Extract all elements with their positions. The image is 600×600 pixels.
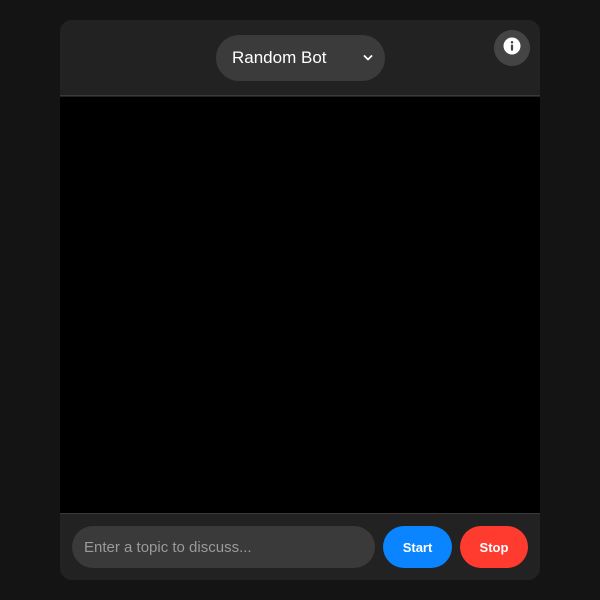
stop-button[interactable]: Stop (460, 526, 528, 568)
header-bar: Random Bot (60, 20, 540, 96)
start-button[interactable]: Start (383, 526, 452, 568)
info-button[interactable] (494, 30, 530, 66)
chat-messages-area (60, 97, 540, 513)
chevron-down-icon (363, 53, 373, 63)
chat-app-panel: Random Bot Start Stop (60, 20, 540, 580)
topic-input[interactable] (72, 526, 375, 568)
bot-select-dropdown[interactable]: Random Bot (216, 35, 385, 81)
info-icon (503, 37, 521, 60)
bot-select-value: Random Bot (232, 48, 327, 67)
input-bar: Start Stop (60, 513, 540, 580)
